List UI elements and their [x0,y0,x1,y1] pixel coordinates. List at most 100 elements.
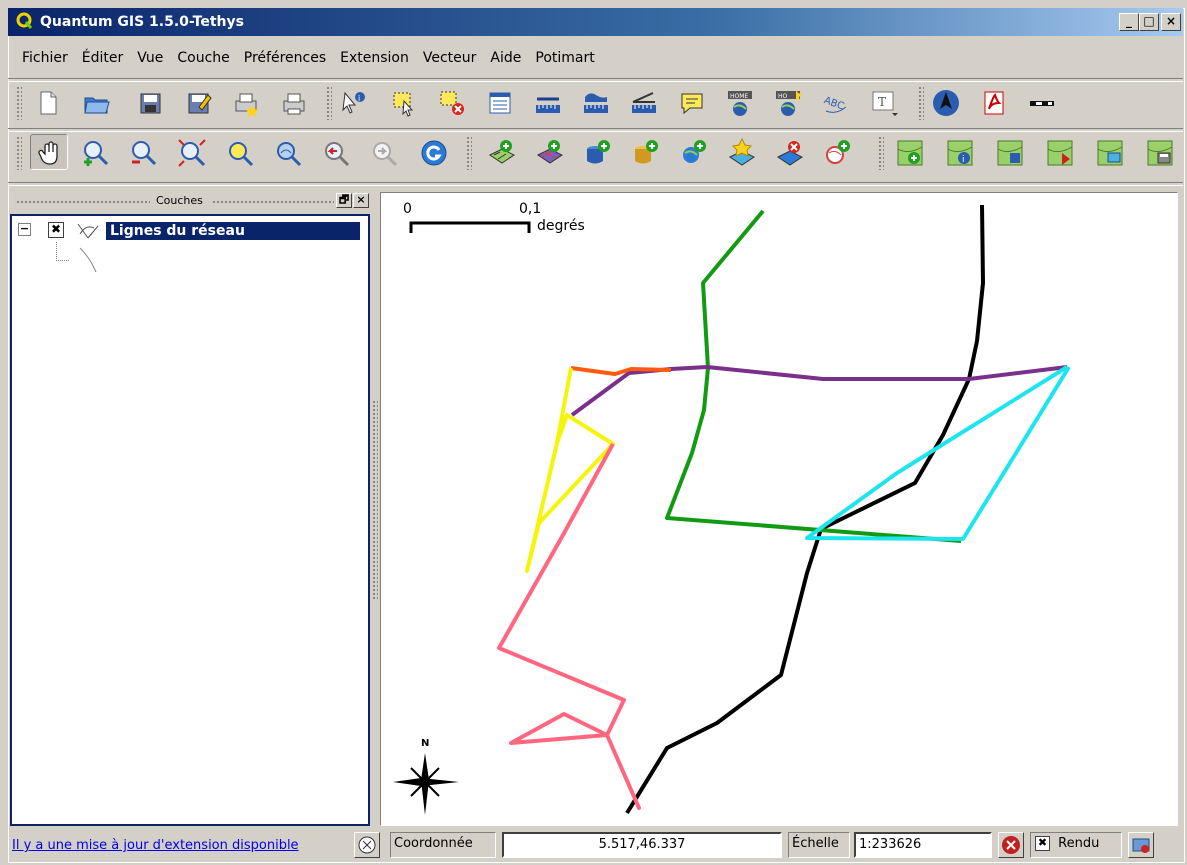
plugin-update-link[interactable]: Il y a une mise à jour d'extension dispo… [12,838,299,853]
measure-angle-icon[interactable] [628,87,660,119]
refresh-icon[interactable] [418,137,450,169]
add-wfs-layer-icon[interactable] [822,137,854,169]
add-spatialite-layer-icon[interactable] [630,137,662,169]
status-bar: Il y a une mise à jour d'extension dispo… [8,830,1183,860]
print-icon[interactable] [278,87,310,119]
save-layer-icon[interactable] [1144,137,1176,169]
panel-splitter[interactable] [372,400,378,600]
svg-text:i: i [962,155,965,165]
scale-bar [409,221,531,233]
zoom-last-icon[interactable] [320,137,352,169]
messages-icon[interactable] [1128,832,1154,858]
north-label: N [421,738,429,749]
zoom-selection-icon[interactable] [224,137,256,169]
identify-icon[interactable]: i [338,87,370,119]
toolbar-handle[interactable] [466,136,472,170]
menu-vue[interactable]: Vue [137,50,163,66]
map-canvas[interactable]: 0 0,1 degrés N [380,192,1178,826]
menu-bar: Fichier Éditer Vue Couche Préférences Extensi… [8,50,609,74]
projection-icon[interactable] [354,832,380,858]
navigation-toolbar: i [10,132,1180,174]
maximize-button[interactable]: □ [1139,13,1159,31]
close-button[interactable]: × [1161,13,1181,31]
attribute-table-icon[interactable] [484,87,516,119]
line-symbol-icon [79,247,97,273]
hide-all-layers-icon[interactable] [994,137,1026,169]
north-arrow-icon[interactable] [930,87,962,119]
dock-grip[interactable] [212,200,334,204]
measure-area-icon[interactable] [580,87,612,119]
legend-dock-header[interactable]: Couches 🗗 × [10,192,370,212]
zoom-next-icon[interactable] [368,137,400,169]
map-tips-icon[interactable] [676,87,708,119]
dock-float-button[interactable]: 🗗 [336,193,352,208]
svg-text:HO: HO [778,93,788,100]
add-wms-layer-icon[interactable] [678,137,710,169]
toolbar-handle[interactable] [918,86,924,120]
open-project-icon[interactable] [80,87,112,119]
layer-item[interactable]: − ✖ Lignes du réseau [14,220,366,242]
zoom-in-icon[interactable] [80,137,112,169]
render-toggle[interactable]: ✖ Rendu [1030,832,1122,858]
add-vector-layer-icon[interactable] [486,137,518,169]
qgis-logo-icon [16,12,33,29]
toolbar-handle[interactable] [878,136,884,170]
remove-layer-icon[interactable] [774,137,806,169]
svg-text:i: i [358,94,360,103]
collapse-toggle[interactable]: − [18,223,31,236]
menu-vecteur[interactable]: Vecteur [423,50,477,66]
layer-visibility-checkbox[interactable]: ✖ [48,222,64,238]
legend-title: Couches [156,194,203,207]
toolbar-handle[interactable] [16,136,22,170]
show-bookmarks-icon[interactable]: HO [772,87,804,119]
scale-label-start: 0 [403,201,412,217]
menu-extension[interactable]: Extension [340,50,409,66]
zoom-layer-icon[interactable] [272,137,304,169]
add-postgis-layer-icon[interactable] [582,137,614,169]
stop-render-icon[interactable] [998,832,1024,858]
menu-preferences[interactable]: Préférences [244,50,326,66]
new-project-icon[interactable] [32,87,64,119]
cyan-line [805,365,1071,541]
pdf-export-icon[interactable] [978,87,1010,119]
zoom-out-icon[interactable] [128,137,160,169]
label-icon[interactable]: ABC [820,87,852,119]
scale-field[interactable]: 1:233626 [854,832,992,858]
file-toolbar: i HOME HO ABC T [10,82,1180,124]
new-vector-layer-icon[interactable] [726,137,758,169]
menu-potimart[interactable]: Potimart [535,50,594,66]
scale-bar-icon[interactable] [1026,87,1058,119]
save-as-icon[interactable] [182,87,214,119]
menu-aide[interactable]: Aide [490,50,521,66]
identify-layer-icon[interactable]: i [944,137,976,169]
pan-icon[interactable] [30,134,68,170]
toolbar-handle[interactable] [326,86,332,120]
orange-line [570,366,672,376]
green-line [665,209,962,543]
deselect-icon[interactable] [436,87,468,119]
layer-name[interactable]: Lignes du réseau [105,221,361,241]
scale-label-end: 0,1 [519,201,541,217]
add-all-to-overview-icon[interactable] [894,137,926,169]
dock-grip[interactable] [16,200,150,204]
save-project-icon[interactable] [134,87,166,119]
menu-editer[interactable]: Éditer [82,50,123,66]
render-checkbox[interactable]: ✖ [1035,836,1050,851]
show-all-layers-icon[interactable] [1044,137,1076,169]
menu-fichier[interactable]: Fichier [22,50,68,66]
dock-close-button[interactable]: × [353,193,369,208]
menu-couche[interactable]: Couche [177,50,229,66]
overview-icon[interactable] [1094,137,1126,169]
map-drawing[interactable]: 0 0,1 degrés N [381,193,1178,826]
title-bar: Quantum GIS 1.5.0-Tethys _ □ × [8,8,1183,36]
select-features-icon[interactable] [388,87,420,119]
add-raster-layer-icon[interactable] [534,137,566,169]
measure-line-icon[interactable] [532,87,564,119]
coordinate-field[interactable]: 5.517,46.337 [502,832,782,858]
new-bookmark-icon[interactable]: HOME [724,87,756,119]
text-annotation-icon[interactable]: T [868,87,900,119]
zoom-full-icon[interactable] [176,137,208,169]
toolbar-handle[interactable] [16,86,22,120]
print-composer-icon[interactable] [230,87,262,119]
minimize-button[interactable]: _ [1119,13,1139,31]
